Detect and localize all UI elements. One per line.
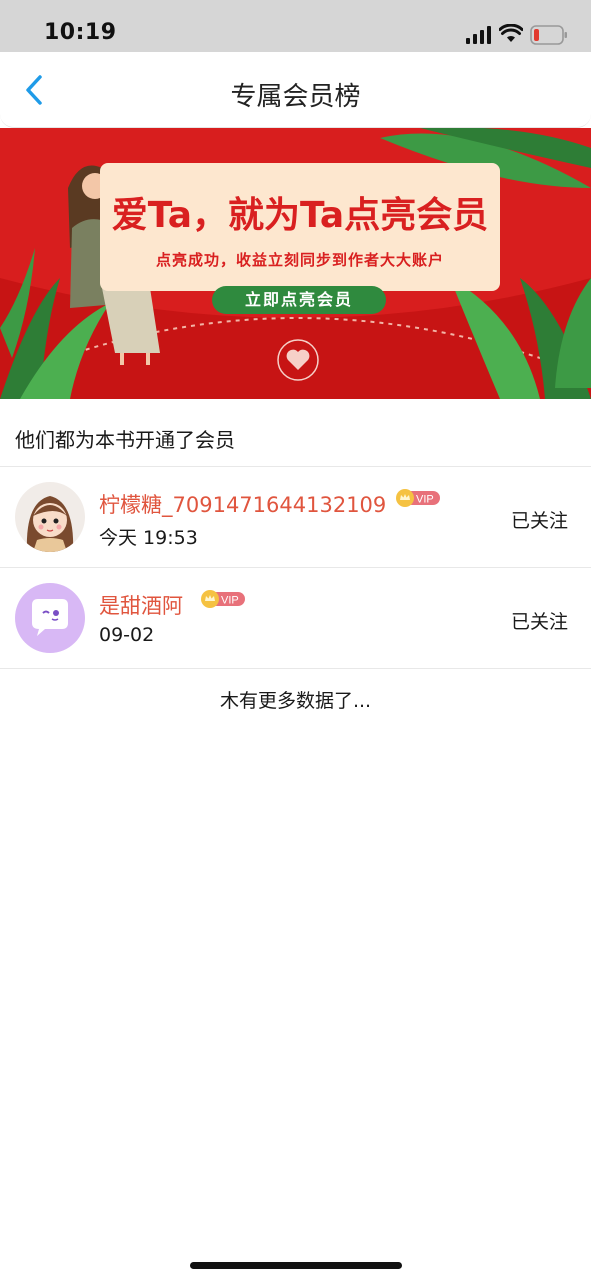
page-title: 专属会员榜 (230, 82, 361, 112)
home-indicator[interactable] (190, 1262, 402, 1269)
member-row[interactable]: 柠檬糖_7091471644132109 VIP 今天 19:53 已关注 (0, 467, 591, 567)
chat-bubble-avatar-icon (15, 583, 85, 653)
avatar[interactable] (15, 482, 85, 552)
girl-avatar-icon (15, 482, 85, 552)
promo-banner[interactable]: 爱Ta，就为Ta点亮会员 点亮成功，收益立刻同步到作者大大账户 立即点亮会员 (0, 128, 591, 399)
status-time: 10:19 (44, 20, 117, 45)
member-name[interactable]: 是甜酒阿 (99, 590, 183, 620)
nav-bar: 专属会员榜 (0, 52, 591, 128)
member-row[interactable]: 是甜酒阿 VIP 09-02 已关注 (0, 568, 591, 668)
vip-badge-label: VIP (416, 494, 434, 506)
section-title: 他们都为本书开通了会员 (15, 428, 235, 452)
light-up-membership-button[interactable]: 立即点亮会员 (212, 286, 386, 314)
vip-badge-label: VIP (221, 595, 239, 607)
heart-seal-icon (277, 339, 319, 381)
wifi-icon (499, 24, 523, 42)
battery-icon (530, 25, 567, 45)
member-time: 09-02 (99, 624, 155, 646)
avatar[interactable] (15, 583, 85, 653)
vip-badge: VIP (396, 489, 440, 507)
member-name[interactable]: 柠檬糖_7091471644132109 (99, 489, 386, 519)
follow-status[interactable]: 已关注 (511, 607, 568, 634)
no-more-data-text: 木有更多数据了... (219, 690, 372, 712)
divider (0, 668, 591, 669)
member-time: 今天 19:53 (99, 527, 198, 549)
banner-headline: 爱Ta，就为Ta点亮会员 (111, 195, 489, 236)
signal-icon (466, 26, 491, 44)
banner-subline: 点亮成功，收益立刻同步到作者大大账户 (155, 251, 444, 269)
vip-badge: VIP (201, 590, 245, 608)
status-bar: 10:19 (0, 0, 591, 52)
follow-status[interactable]: 已关注 (511, 506, 568, 533)
